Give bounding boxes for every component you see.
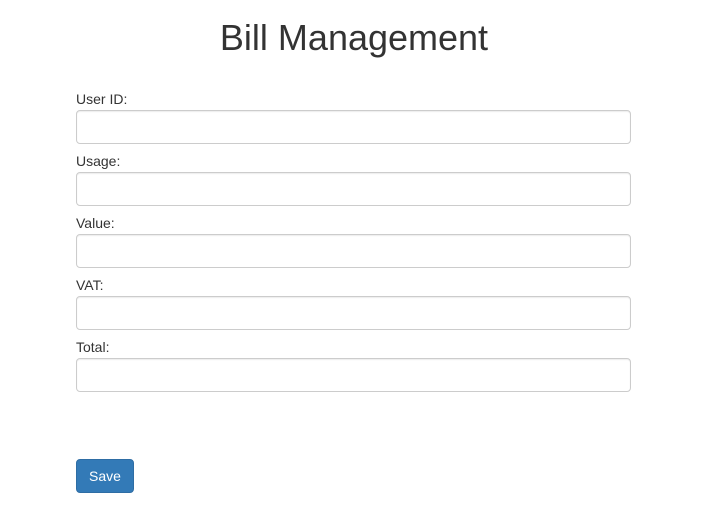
page-title: Bill Management	[219, 17, 489, 58]
total-label: Total:	[76, 339, 110, 355]
user-id-field-group: User ID:	[76, 90, 631, 144]
user-id-input[interactable]	[76, 110, 631, 144]
value-field-group: Value:	[76, 214, 631, 268]
usage-label: Usage:	[76, 153, 121, 169]
usage-input[interactable]	[76, 172, 631, 206]
save-button[interactable]: Save	[76, 459, 134, 493]
total-field-group: Total:	[76, 338, 631, 392]
value-label: Value:	[76, 215, 115, 231]
total-input[interactable]	[76, 358, 631, 392]
value-input[interactable]	[76, 234, 631, 268]
vat-label: VAT:	[76, 277, 104, 293]
vat-field-group: VAT:	[76, 276, 631, 330]
bill-form: User ID: Usage: Value: VAT: Total:	[76, 90, 631, 400]
vat-input[interactable]	[76, 296, 631, 330]
usage-field-group: Usage:	[76, 152, 631, 206]
user-id-label: User ID:	[76, 91, 128, 107]
